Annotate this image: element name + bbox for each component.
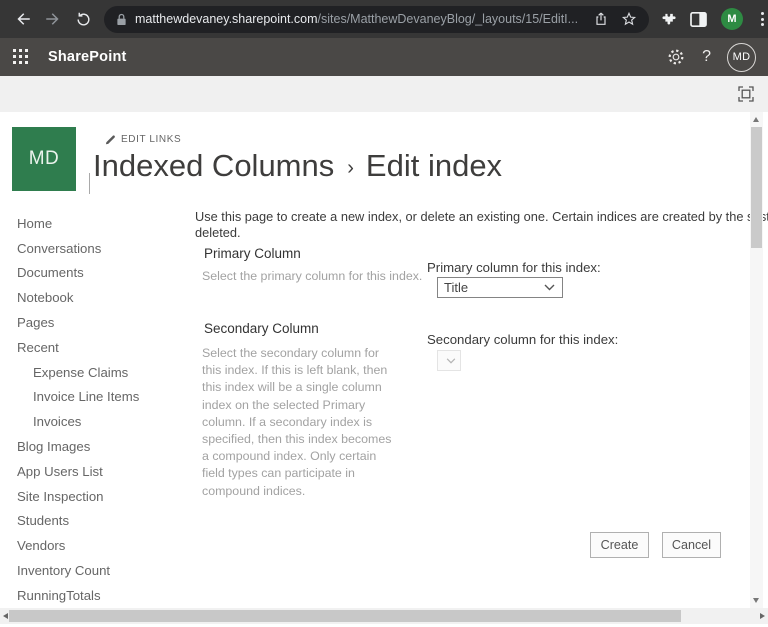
scroll-down-icon[interactable] (753, 598, 759, 603)
primary-column-select[interactable]: Title (437, 277, 563, 298)
settings-gear-icon[interactable] (666, 47, 686, 67)
chevron-down-icon (446, 358, 456, 364)
side-panel-icon[interactable] (690, 12, 707, 27)
sidebar-item-conversations[interactable]: Conversations (17, 236, 187, 261)
horizontal-scrollbar-thumb[interactable] (9, 610, 681, 622)
page-description-line2: deleted. (195, 225, 768, 241)
help-icon[interactable]: ? (702, 48, 711, 66)
suite-bar: SharePoint ? MD (0, 38, 768, 76)
create-button[interactable]: Create (590, 532, 649, 558)
primary-column-select-value: Title (444, 280, 468, 295)
url-domain: matthewdevaney.sharepoint.com (135, 12, 318, 26)
reload-icon[interactable] (68, 4, 98, 34)
url-text: matthewdevaney.sharepoint.com/sites/Matt… (135, 12, 581, 26)
edit-pencil-icon (105, 134, 116, 145)
bookmark-star-icon[interactable] (621, 11, 637, 27)
forward-icon[interactable] (38, 4, 68, 34)
page-description: Use this page to create a new index, or … (195, 209, 768, 241)
sidebar-item-notebook[interactable]: Notebook (17, 285, 187, 310)
scroll-up-icon[interactable] (753, 117, 759, 122)
edit-links-button[interactable]: EDIT LINKS (105, 134, 181, 145)
sidebar-item-blog-images[interactable]: Blog Images (17, 434, 187, 459)
screen: matthewdevaney.sharepoint.com/sites/Matt… (0, 0, 768, 627)
title-divider (89, 173, 90, 194)
sidebar-item-students[interactable]: Students (17, 509, 187, 534)
browser-profile-avatar[interactable]: M (721, 8, 743, 30)
sidebar-item-invoice-line-items[interactable]: Invoice Line Items (17, 385, 187, 410)
browser-toolbar: matthewdevaney.sharepoint.com/sites/Matt… (0, 0, 768, 38)
sidebar-item-site-inspection[interactable]: Site Inspection (17, 484, 187, 509)
command-strip (0, 76, 768, 112)
extensions-icon[interactable] (659, 11, 676, 28)
sidebar-item-documents[interactable]: Documents (17, 261, 187, 286)
secondary-column-select[interactable] (437, 350, 461, 371)
back-icon[interactable] (8, 4, 38, 34)
share-icon[interactable] (593, 11, 609, 27)
sidebar-item-vendors[interactable]: Vendors (17, 533, 187, 558)
vertical-scrollbar[interactable] (750, 112, 763, 608)
primary-column-heading: Primary Column (204, 246, 301, 261)
page-content: MD EDIT LINKS Indexed Columns › Edit ind… (0, 112, 768, 627)
sidebar-item-recent[interactable]: Recent (17, 335, 187, 360)
sidebar-item-home[interactable]: Home (17, 211, 187, 236)
app-launcher-icon[interactable] (13, 49, 30, 66)
primary-column-description: Select the primary column for this index… (202, 268, 422, 285)
toolbar-right: M (659, 8, 768, 30)
secondary-column-heading: Secondary Column (204, 321, 319, 336)
sidebar-item-runningtotals[interactable]: RunningTotals (17, 583, 187, 608)
sidebar-item-pages[interactable]: Pages (17, 310, 187, 335)
sidebar-item-app-users-list[interactable]: App Users List (17, 459, 187, 484)
vertical-scrollbar-thumb[interactable] (751, 127, 762, 248)
site-logo[interactable]: MD (12, 127, 76, 191)
edit-links-label: EDIT LINKS (121, 134, 181, 145)
address-bar[interactable]: matthewdevaney.sharepoint.com/sites/Matt… (104, 6, 649, 33)
lock-icon (116, 13, 127, 26)
page-title: Indexed Columns › Edit index (93, 148, 502, 184)
cancel-button[interactable]: Cancel (662, 532, 721, 558)
url-path: /sites/MatthewDevaneyBlog/_layouts/15/Ed… (318, 12, 579, 26)
primary-column-field-label: Primary column for this index: (427, 260, 601, 275)
breadcrumb-separator-icon: › (347, 157, 354, 180)
account-avatar[interactable]: MD (727, 43, 756, 72)
scroll-right-icon[interactable] (760, 613, 765, 619)
page-description-line1: Use this page to create a new index, or … (195, 209, 768, 225)
suite-bar-right: ? MD (666, 43, 756, 72)
focus-mode-icon[interactable] (737, 85, 755, 103)
secondary-column-description: Select the secondary column for this ind… (202, 345, 399, 500)
sidebar-item-invoices[interactable]: Invoices (17, 409, 187, 434)
horizontal-scrollbar[interactable] (0, 608, 768, 624)
sidebar-nav: Home Conversations Documents Notebook Pa… (17, 211, 187, 608)
suite-brand[interactable]: SharePoint (48, 49, 127, 65)
breadcrumb-page-title: Edit index (366, 148, 502, 184)
chevron-down-icon (544, 284, 555, 291)
sidebar-item-inventory-count[interactable]: Inventory Count (17, 558, 187, 583)
secondary-column-field-label: Secondary column for this index: (427, 332, 618, 347)
sidebar-item-expense-claims[interactable]: Expense Claims (17, 360, 187, 385)
browser-menu-icon[interactable] (757, 12, 768, 26)
breadcrumb-site-title[interactable]: Indexed Columns (93, 148, 334, 184)
scroll-left-icon[interactable] (3, 613, 8, 619)
